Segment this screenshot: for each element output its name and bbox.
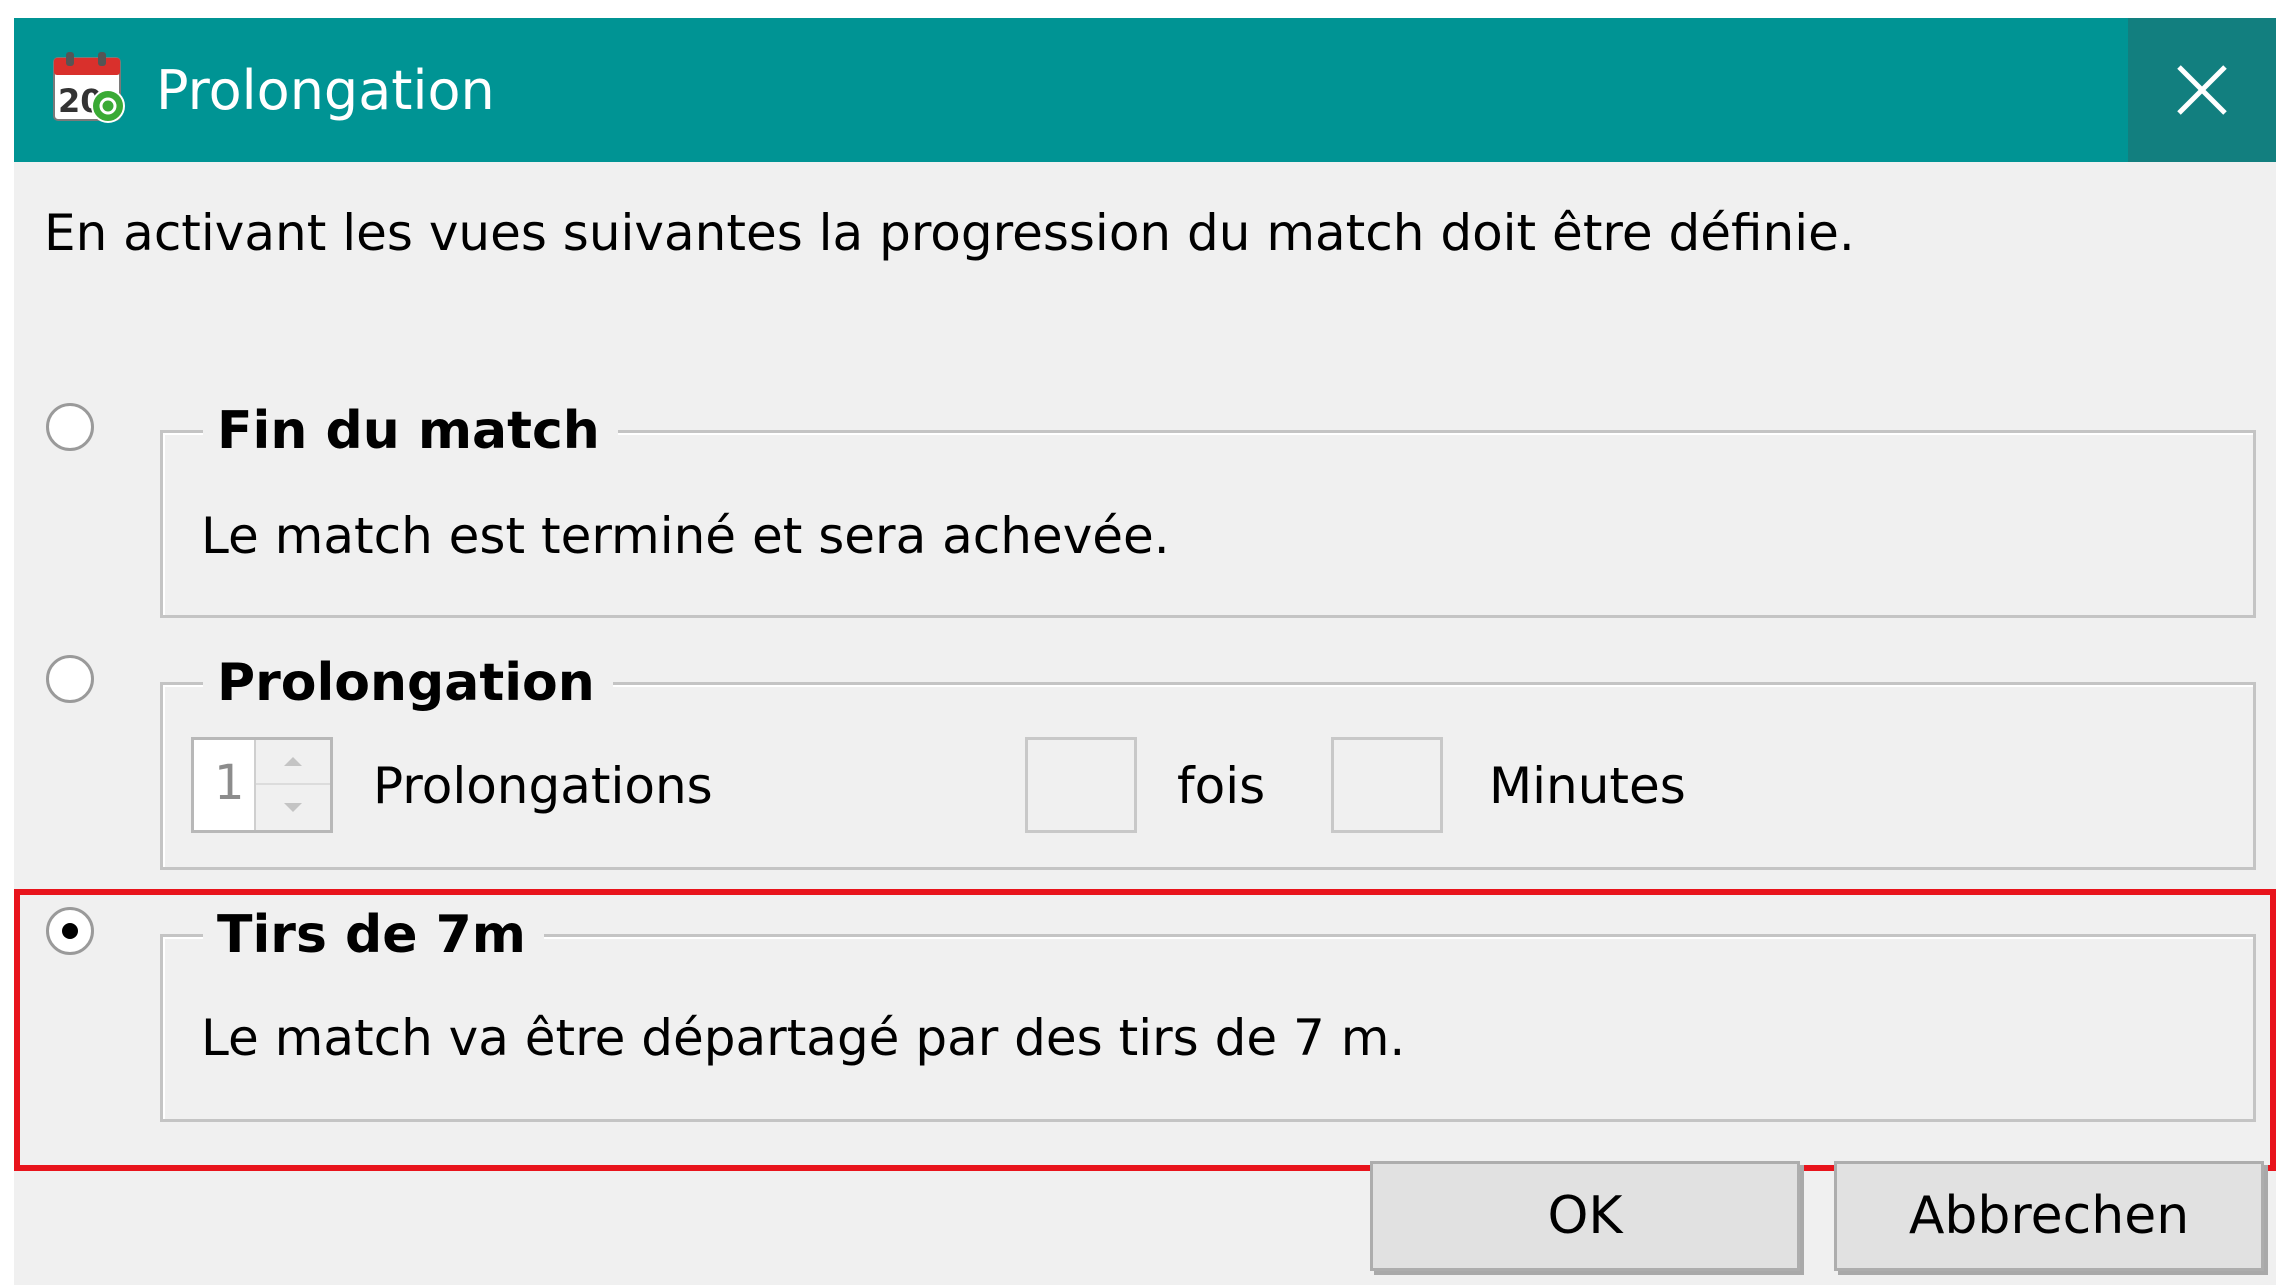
cancel-button[interactable]: Abbrechen <box>1834 1161 2264 1271</box>
overtime-times-label: fois <box>1177 757 1266 815</box>
group-overtime: Prolongation 1 Prolongations fois Minute… <box>160 651 2256 870</box>
overtime-minutes-field[interactable] <box>1331 737 1443 833</box>
highlight-frame <box>14 889 2276 1171</box>
group-end-match-title: Fin du match <box>203 399 618 463</box>
overtime-count-label: Prolongations <box>373 757 713 815</box>
title-bar[interactable]: 20 Prolongation <box>14 18 2276 162</box>
calendar-icon: 20 <box>53 52 125 123</box>
overtime-minutes-label: Minutes <box>1489 757 1686 815</box>
radio-overtime[interactable] <box>46 655 94 703</box>
dialog-window: 20 Prolongation En activant les vues sui… <box>14 18 2276 1285</box>
window-title: Prolongation <box>156 59 495 122</box>
stepper-down-button[interactable] <box>256 785 330 830</box>
overtime-times-field[interactable] <box>1025 737 1137 833</box>
group-end-match: Fin du match Le match est terminé et ser… <box>160 399 2256 618</box>
intro-text: En activant les vues suivantes la progre… <box>44 204 1855 262</box>
overtime-count-value: 1 <box>214 755 245 811</box>
stepper-up-button[interactable] <box>256 740 330 785</box>
close-button[interactable] <box>2128 18 2276 162</box>
stepper-buttons <box>254 740 330 830</box>
radio-end-match[interactable] <box>46 403 94 451</box>
group-overtime-title: Prolongation <box>203 651 613 715</box>
overtime-count-stepper[interactable]: 1 <box>191 737 333 833</box>
close-icon <box>2177 65 2227 115</box>
end-match-description: Le match est terminé et sera achevée. <box>201 507 1170 565</box>
chevron-up-icon <box>284 757 302 766</box>
chevron-down-icon <box>284 803 302 812</box>
ok-button[interactable]: OK <box>1370 1161 1800 1271</box>
